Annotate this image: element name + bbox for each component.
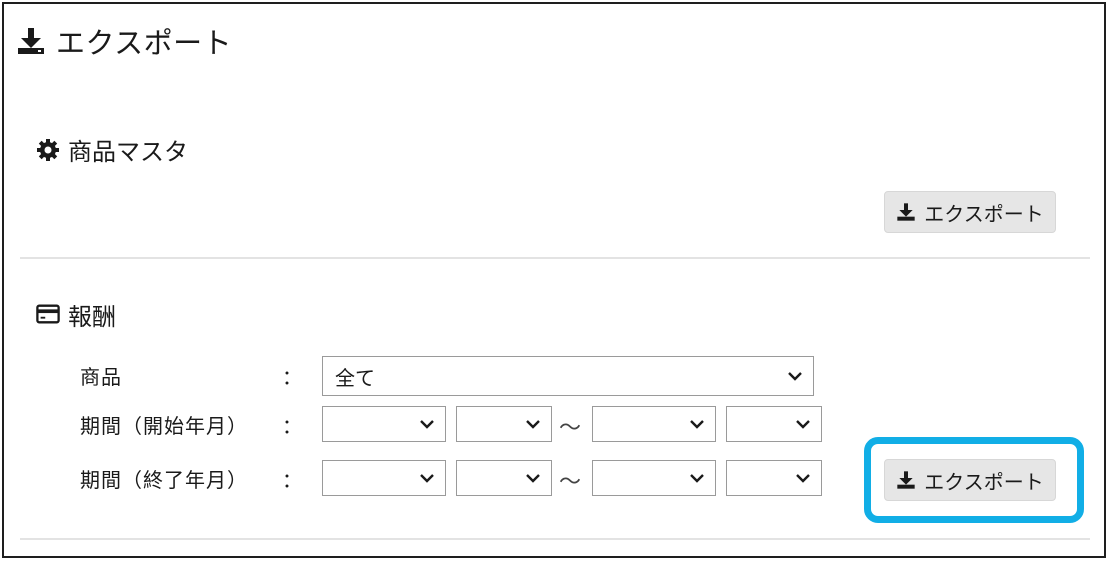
page-title: エクスポート — [56, 26, 233, 60]
download-icon — [896, 470, 916, 490]
export-button-label: エクスポート — [924, 469, 1044, 494]
export-button-label: エクスポート — [924, 201, 1044, 226]
start-to-month-select[interactable] — [726, 406, 822, 442]
product-label: 商品 — [80, 365, 122, 389]
chevron-down-icon — [419, 470, 435, 486]
section-title-reward: 報酬 — [36, 297, 116, 332]
download-icon — [16, 26, 46, 56]
start-from-month-select[interactable] — [456, 406, 552, 442]
end-from-month-select[interactable] — [456, 460, 552, 496]
section-title-product-master: 商品マスタ — [36, 132, 188, 167]
start-period-label: 期間（開始年月） — [80, 414, 248, 438]
gear-icon — [36, 138, 60, 162]
product-select[interactable]: 全て — [322, 356, 814, 396]
end-to-month-select[interactable] — [726, 460, 822, 496]
range-separator: ～ — [559, 416, 582, 441]
end-period-label: 期間（終了年月） — [80, 468, 248, 492]
end-from-year-select[interactable] — [322, 460, 446, 496]
section-divider — [20, 257, 1090, 259]
credit-card-icon — [36, 303, 60, 327]
end-to-year-select[interactable] — [592, 460, 716, 496]
section-divider — [20, 538, 1090, 540]
product-master-export-button[interactable]: エクスポート — [884, 191, 1056, 233]
colon: ： — [282, 468, 302, 492]
section-title-label: 報酬 — [68, 303, 116, 331]
chevron-down-icon — [795, 470, 811, 486]
start-to-year-select[interactable] — [592, 406, 716, 442]
chevron-down-icon — [525, 470, 541, 486]
chevron-down-icon — [787, 368, 803, 384]
colon: ： — [282, 414, 302, 438]
chevron-down-icon — [689, 470, 705, 486]
colon: ： — [282, 365, 302, 389]
section-title-label: 商品マスタ — [68, 138, 188, 166]
range-separator: ～ — [559, 470, 582, 495]
download-icon — [896, 202, 916, 222]
chevron-down-icon — [689, 416, 705, 432]
page-header: エクスポート — [16, 20, 232, 62]
chevron-down-icon — [795, 416, 811, 432]
chevron-down-icon — [419, 416, 435, 432]
product-select-value: 全て — [335, 365, 375, 390]
reward-export-button[interactable]: エクスポート — [884, 459, 1056, 501]
chevron-down-icon — [525, 416, 541, 432]
start-from-year-select[interactable] — [322, 406, 446, 442]
